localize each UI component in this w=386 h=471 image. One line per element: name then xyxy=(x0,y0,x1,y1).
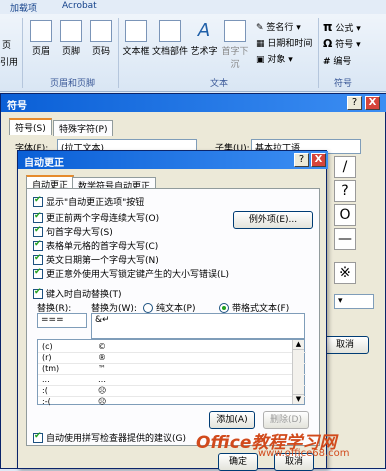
checkbox[interactable] xyxy=(33,225,43,237)
list-item[interactable]: :-(☹ xyxy=(38,397,306,408)
group-text: 文本 xyxy=(210,79,229,89)
ribbon-tab-row: 加载项 Acrobat xyxy=(0,0,386,14)
symbol-dialog-title: 符号 xyxy=(1,94,386,112)
checkbox[interactable] xyxy=(33,287,43,299)
symbol-cancel-button[interactable]: 取消 xyxy=(321,336,369,354)
textbox-button[interactable]: 文本框 xyxy=(122,20,150,57)
help-button[interactable]: ? xyxy=(294,153,309,167)
symbol-cell[interactable]: ? xyxy=(334,180,356,202)
ribbon-separator xyxy=(22,18,23,88)
ok-button[interactable]: 确定 xyxy=(218,453,258,471)
help-button[interactable]: ? xyxy=(347,96,362,110)
tab-addins[interactable]: 加载项 xyxy=(10,1,37,14)
checkbox[interactable] xyxy=(33,211,43,223)
autocorrect-dialog: 自动更正 ? X 自动更正 数学符号自动更正 显示"自动更正选项"按钮 更正前两… xyxy=(17,150,328,471)
group-symbols: 符号 xyxy=(334,79,353,89)
left-fragment-ref: 引用 xyxy=(0,58,19,68)
ribbon-separator xyxy=(118,18,119,88)
checkbox[interactable] xyxy=(33,431,43,443)
group-header-footer: 页眉和页脚 xyxy=(50,79,96,89)
two-initial-caps-checkbox[interactable]: 更正前两个字母连续大写(O) xyxy=(33,211,159,224)
symbol-cell[interactable]: — xyxy=(334,228,356,250)
capitalize-sentence-checkbox[interactable]: 句首字母大写(S) xyxy=(33,225,113,238)
replace-as-type-checkbox[interactable]: 键入时自动替换(T) xyxy=(33,287,122,300)
page-number-icon xyxy=(90,20,112,42)
autocorrect-dialog-title: 自动更正 xyxy=(18,151,328,169)
header-icon xyxy=(30,20,52,42)
numbering-item[interactable]: # 编号 xyxy=(323,54,351,67)
list-item[interactable]: (r) ® xyxy=(38,353,306,364)
quick-parts-icon xyxy=(159,20,181,42)
textbox-icon xyxy=(125,20,147,42)
ribbon: 加载项 Acrobat 页 引用 页眉 页脚 页码 页眉和页脚 文本框 文档部件… xyxy=(0,0,386,92)
list-scrollbar[interactable]: ▲ ▼ xyxy=(292,340,304,404)
close-button[interactable]: X xyxy=(311,153,326,167)
tab-special-chars[interactable]: 特殊字符(P) xyxy=(53,120,114,136)
watermark-url: www.office68.com xyxy=(258,448,350,459)
close-button[interactable]: X xyxy=(365,96,380,110)
footer-icon xyxy=(60,20,82,42)
scroll-up-icon[interactable]: ▲ xyxy=(293,340,304,350)
scroll-down-icon[interactable]: ▼ xyxy=(293,394,304,404)
tab-symbols[interactable]: 符号(S) xyxy=(9,118,52,135)
capitalize-days-checkbox[interactable]: 英文日期第一个字母大写(N) xyxy=(33,253,159,266)
dropcap-button[interactable]: 首字下沉 xyxy=(218,20,252,70)
symbol-cell[interactable]: / xyxy=(334,156,356,178)
delete-button[interactable]: 删除(D) xyxy=(263,411,309,429)
formula-item[interactable]: π 公式 ▾ xyxy=(323,20,361,34)
radio[interactable] xyxy=(219,303,229,313)
caps-lock-checkbox[interactable]: 更正意外使用大写锁定键产生的大小写错误(L) xyxy=(33,267,229,280)
signature-line-item[interactable]: ✎ 签名行 ▾ xyxy=(256,20,301,33)
replace-input[interactable]: === xyxy=(37,313,87,328)
list-item[interactable]: (c) © xyxy=(38,342,306,353)
tab-acrobat[interactable]: Acrobat xyxy=(62,1,97,11)
wordart-icon: A xyxy=(197,20,211,41)
radio[interactable] xyxy=(143,303,153,313)
add-button[interactable]: 添加(A) xyxy=(209,411,255,429)
quick-parts-button[interactable]: 文档部件 xyxy=(150,20,190,57)
list-item[interactable]: ...… xyxy=(38,375,306,386)
checkbox[interactable] xyxy=(33,253,43,265)
checkbox[interactable] xyxy=(33,267,43,279)
left-fragment-page: 页 xyxy=(2,41,12,51)
checkbox[interactable] xyxy=(33,195,43,207)
capitalize-table-cell-checkbox[interactable]: 表格单元格的首字母大写(C) xyxy=(33,239,158,252)
symbol-cell[interactable]: O xyxy=(334,204,356,226)
object-item[interactable]: ▣ 对象 ▾ xyxy=(256,52,293,65)
autocorrect-list[interactable]: (c) © (r) ® (tm) ™ ...… :(☹ :-(☹ ▲ ▼ xyxy=(37,339,306,408)
show-options-checkbox[interactable]: 显示"自动更正选项"按钮 xyxy=(33,195,144,208)
symbol-cell[interactable]: ※ xyxy=(334,262,356,284)
wordart-button[interactable]: A 艺术字 xyxy=(190,20,218,57)
list-item[interactable]: :(☹ xyxy=(38,386,306,397)
symbol-charcode-field[interactable]: ▾ xyxy=(334,294,374,309)
dropcap-icon xyxy=(224,20,246,42)
footer-button[interactable]: 页脚 xyxy=(58,20,84,57)
with-input[interactable]: &↵ xyxy=(91,313,305,339)
exceptions-button[interactable]: 例外项(E)... xyxy=(233,211,313,229)
header-button[interactable]: 页眉 xyxy=(28,20,54,57)
symbol-item[interactable]: Ω 符号 ▾ xyxy=(323,37,361,50)
datetime-item[interactable]: ▦ 日期和时间 xyxy=(256,36,312,49)
ribbon-separator xyxy=(318,18,319,88)
list-item[interactable]: (tm) ™ xyxy=(38,364,306,375)
autocorrect-panel: 显示"自动更正选项"按钮 更正前两个字母连续大写(O) 句首字母大写(S) 表格… xyxy=(26,188,320,446)
spellcheck-checkbox[interactable]: 自动使用拼写检查器提供的建议(G) xyxy=(33,431,186,444)
page-number-button[interactable]: 页码 xyxy=(88,20,114,57)
checkbox[interactable] xyxy=(33,239,43,251)
